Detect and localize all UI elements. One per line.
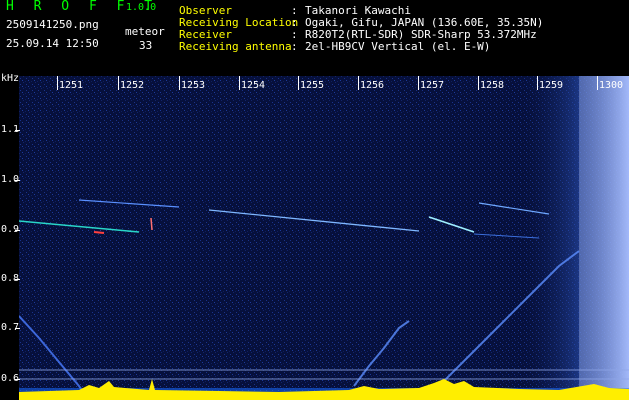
y-tick-label: 1.1: [1, 124, 20, 135]
x-tick-label: 1254: [241, 80, 266, 91]
x-tick-label: 1255: [300, 80, 325, 91]
meteor-count: 33: [139, 39, 153, 52]
spectrogram: [19, 76, 629, 400]
x-tick-mark: [418, 76, 419, 90]
x-tick-label: 1253: [181, 80, 206, 91]
x-tick-label: 1252: [120, 80, 145, 91]
meteor-head: [93, 231, 105, 234]
x-tick-label: 1257: [420, 80, 445, 91]
x-tick-label: 1259: [539, 80, 564, 91]
info-colon: :: [291, 40, 298, 53]
x-tick-mark: [358, 76, 359, 90]
y-tick-label: 0.9: [1, 224, 20, 235]
x-tick-mark: [118, 76, 119, 90]
file-name: 2509141250.png: [6, 18, 99, 31]
capture-datetime: 25.09.14 12:50: [6, 37, 99, 50]
axis-unit-label: kHz: [1, 73, 20, 84]
x-tick-mark: [239, 76, 240, 90]
x-tick-mark: [478, 76, 479, 90]
x-tick-mark: [298, 76, 299, 90]
x-tick-label: 1300: [599, 80, 624, 91]
antenna-label: Receiving antenna: [179, 40, 292, 53]
y-tick-label: 0.6: [1, 373, 20, 384]
x-tick-label: 1256: [360, 80, 385, 91]
saturated-band: [579, 76, 629, 400]
app-version: 1.0.0: [126, 2, 157, 13]
y-tick-label: 0.7: [1, 322, 20, 333]
x-tick-mark: [57, 76, 58, 90]
x-tick-label: 1258: [480, 80, 505, 91]
x-tick-mark: [179, 76, 180, 90]
x-tick-mark: [537, 76, 538, 90]
meteor-label: meteor: [125, 25, 165, 38]
y-tick-label: 1.0: [1, 174, 20, 185]
spectrogram-canvas: [19, 76, 629, 400]
meteor-head: [150, 217, 153, 231]
antenna-value: 2el-HB9CV Vertical (el. E-W): [305, 40, 491, 53]
y-tick-label: 0.8: [1, 273, 20, 284]
header-panel: H R O F F T 1.0.0 2509141250.png 25.09.1…: [0, 0, 629, 76]
x-tick-label: 1251: [59, 80, 84, 91]
x-tick-mark: [597, 76, 598, 90]
